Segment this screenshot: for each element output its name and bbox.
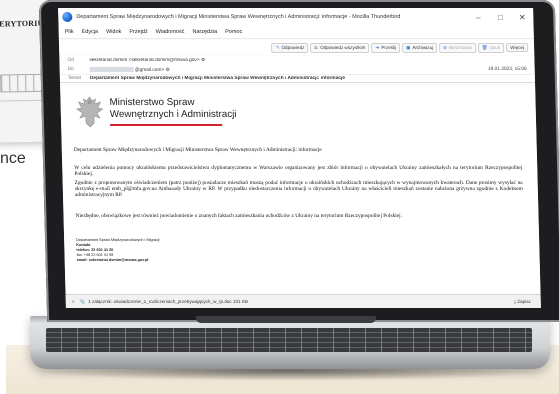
subject-row: Temat Departament Spraw Międzynarodowych… [59,74,536,83]
to-label: Do [67,67,74,72]
menu-edit[interactable]: Edycja [81,29,98,35]
redacted-address [89,66,134,72]
ministry-name-block: Ministerstwo Spraw Wewnętrznych i Admini… [109,94,237,126]
laptop-screen: Departament Spraw Międzynarodowych i Mig… [58,8,541,308]
message-body: Ministerstwo Spraw Wewnętrznych i Admini… [60,86,541,294]
close-button[interactable]: ✕ [511,13,533,22]
from-value[interactable]: sekretariat.dsmim <sekretariat.dsmim@msw… [89,58,526,63]
paragraph-2: Zgodnie z proponowanym oświadczeniem (pa… [74,180,523,199]
signature-email[interactable]: email: sekretariat.dsmim@mswia.gov.pl [77,258,160,263]
menu-file[interactable]: Plik [65,29,74,35]
to-value: @gmail.com> ⚙ [134,67,170,73]
minimize-button[interactable]: – [467,13,489,22]
forward-label: Prześlij [381,44,397,50]
ministry-red-underline [110,124,223,126]
signature: Departament Spraw Międzynarodowych i Mig… [76,238,160,263]
reply-all-icon: ⇇ [314,44,319,50]
from-label: Od [67,58,74,63]
message-action-bar: ↰ Odpowiedz ⇇ Odpowiedz wszystkim ➜ Prześli… [58,40,535,55]
laptop-hinge [196,316,376,323]
save-attachment-label: Zapisz [517,299,531,304]
message-header: Od sekretariat.dsmim <sekretariat.dsmim@… [59,56,536,83]
archive-label: Archiwizuj [412,44,434,50]
message-date: 19.01.2023, 15:06 [487,67,527,72]
paperclip-icon: 📎 [79,298,86,304]
more-label: Więcej [510,45,525,50]
subject-label: Temat [67,76,82,81]
menu-bar: Plik Edycja Widok Przejdź Wiadomość Narz… [58,26,534,39]
archive-button[interactable]: ▣ Archiwizuj [401,42,438,53]
reply-all-button[interactable]: ⇇ Odpowiedz wszystkim [310,42,370,53]
forward-icon: ➜ [375,44,380,50]
menu-go[interactable]: Przejdź [129,29,148,35]
reply-button[interactable]: ↰ Odpowiedz [271,42,309,53]
menu-view[interactable]: Widok [106,29,121,35]
background-partial-text: nce [0,150,26,167]
photo-scene: ERYTORIUM nce Departament Spraw Międzyna… [0,0,559,394]
laptop-keyboard-rows [46,328,532,352]
message-heading: Departament Spraw Międzynarodowych i Mig… [73,147,322,153]
archive-icon: ▣ [406,44,411,50]
reply-label: Odpowiedz [281,44,305,50]
thunderbird-icon [62,12,73,22]
chevron-right-icon[interactable]: > [72,299,75,304]
ministry-name-line1: Ministerstwo Spraw [109,97,195,108]
menu-help[interactable]: Pomoc [225,29,242,35]
junk-icon: ⊘ [443,44,448,50]
reply-icon: ↰ [275,44,280,50]
ministry-logo: Ministerstwo Spraw Wewnętrznych i Admini… [74,94,237,130]
ministry-name-line2: Wewnętrznych i Administracji [109,109,237,120]
paragraph-1: W celu udzielenia pomocy ukraińskiemu pr… [74,165,523,178]
attachment-bar: > 📎 1 załącznik: oświadczenie_o_rozlicze… [65,294,541,308]
delete-button[interactable]: 🗑 Usuń [477,42,505,53]
junk-label: Niechciana [448,44,472,50]
more-button[interactable]: Więcej [506,43,529,52]
forward-button[interactable]: ➜ Prześlij [371,42,401,53]
window-title: Departament Spraw Międzynarodowych i Mig… [76,14,401,20]
delete-label: Usuń [489,44,501,50]
reply-all-label: Odpowiedz wszystkim [320,44,366,50]
trash-icon: 🗑 [481,44,488,50]
junk-button[interactable]: ⊘ Niechciana [439,42,476,53]
to-row: Do @gmail.com> ⚙ 19.01.2023, 15:06 [60,65,535,74]
to-field[interactable]: @gmail.com> ⚙ [89,66,488,73]
maximize-button[interactable]: □ [489,13,511,22]
eagle-emblem-icon [75,96,104,128]
subject-value: Departament Spraw Międzynarodowych i Mig… [89,76,346,81]
paragraph-3: Niezbędne, obowiązkowe jest również powi… [75,213,403,219]
attachment-info[interactable]: 1 załącznik: oświadczenie_o_rozliczeniac… [88,299,514,304]
from-row: Od sekretariat.dsmim <sekretariat.dsmim@… [59,56,534,65]
menu-tools[interactable]: Narzędzia [192,29,217,35]
save-attachment-button[interactable]: ⤓ Zapisz [514,299,531,304]
window-titlebar: Departament Spraw Międzynarodowych i Mig… [58,8,534,27]
menu-message[interactable]: Wiadomość [156,29,185,35]
